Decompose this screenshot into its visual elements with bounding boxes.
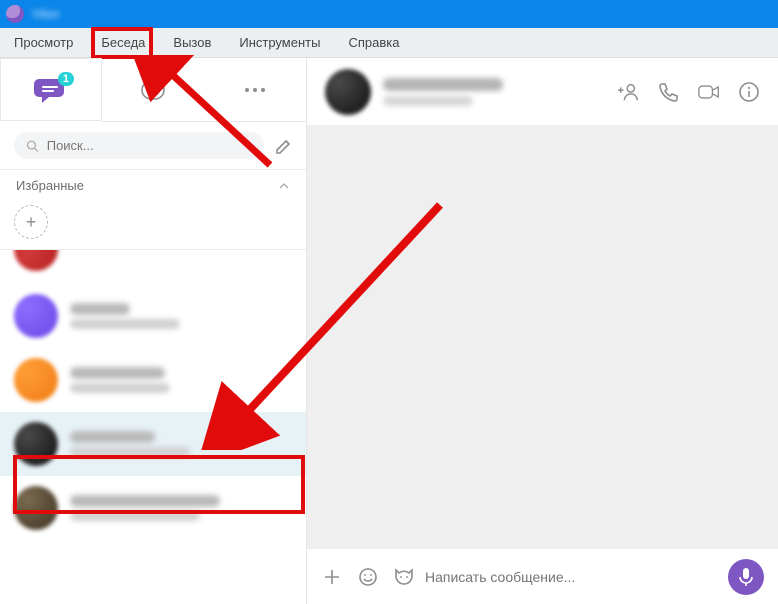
tab-chats[interactable]: 1 — [0, 58, 102, 121]
chat-preview — [70, 319, 180, 329]
attach-button[interactable] — [321, 566, 343, 588]
menu-conversation[interactable]: Беседа — [87, 28, 159, 57]
favorites-header[interactable]: Избранные — [0, 169, 306, 199]
search-row — [0, 122, 306, 169]
add-person-icon — [618, 82, 640, 102]
list-item[interactable] — [0, 284, 306, 348]
sticker-button[interactable] — [393, 566, 415, 588]
discover-icon — [138, 75, 168, 105]
menu-bar: Просмотр Беседа Вызов Инструменты Справк… — [0, 28, 778, 58]
more-icon — [243, 86, 267, 94]
chat-name — [70, 367, 165, 379]
smile-icon — [358, 567, 378, 587]
chat-preview — [70, 511, 200, 521]
favorites-row: + — [0, 199, 306, 250]
avatar — [14, 250, 58, 271]
mic-icon — [739, 567, 753, 587]
contact-status — [383, 96, 473, 106]
add-favorite-button[interactable]: + — [14, 205, 48, 239]
menu-view[interactable]: Просмотр — [0, 28, 87, 57]
cat-face-icon — [393, 567, 415, 587]
voice-call-button[interactable] — [658, 81, 680, 103]
main-area: 1 — [0, 58, 778, 604]
app-icon — [6, 5, 24, 23]
info-icon — [738, 81, 760, 103]
chat-body — [307, 126, 778, 548]
unread-badge: 1 — [58, 72, 74, 86]
chat-header — [307, 58, 778, 126]
emoji-button[interactable] — [357, 566, 379, 588]
chat-actions — [618, 81, 760, 103]
voice-message-button[interactable] — [728, 559, 764, 595]
info-button[interactable] — [738, 81, 760, 103]
list-item[interactable] — [0, 250, 306, 284]
compose-button[interactable] — [274, 136, 294, 156]
search-input[interactable] — [47, 138, 252, 153]
composer-actions — [321, 566, 415, 588]
chat-preview — [70, 383, 170, 393]
avatar — [14, 294, 58, 338]
right-pane — [307, 58, 778, 604]
add-participant-button[interactable] — [618, 81, 640, 103]
left-pane: 1 — [0, 58, 307, 604]
avatar — [325, 69, 371, 115]
video-call-button[interactable] — [698, 81, 720, 103]
search-icon — [26, 139, 39, 153]
phone-icon — [658, 81, 680, 103]
menu-help[interactable]: Справка — [334, 28, 413, 57]
list-item[interactable] — [0, 348, 306, 412]
contact-name — [383, 78, 503, 91]
avatar — [14, 486, 58, 530]
chat-preview — [70, 447, 190, 457]
list-item-selected[interactable] — [0, 412, 306, 476]
menu-tools[interactable]: Инструменты — [225, 28, 334, 57]
list-item[interactable] — [0, 476, 306, 540]
chat-name — [70, 495, 220, 507]
video-icon — [698, 83, 720, 101]
app-title: Viber — [32, 7, 60, 21]
compose-icon — [274, 136, 294, 156]
window-titlebar: Viber — [0, 0, 778, 28]
chat-name — [70, 431, 155, 443]
plus-icon — [323, 568, 341, 586]
plus-icon: + — [26, 212, 37, 233]
left-tabs: 1 — [0, 58, 306, 122]
search-box[interactable] — [14, 132, 264, 159]
chevron-up-icon — [278, 180, 290, 192]
menu-call[interactable]: Вызов — [159, 28, 225, 57]
tab-discover[interactable] — [102, 58, 204, 121]
avatar — [14, 422, 58, 466]
chat-name — [70, 303, 130, 315]
favorites-label: Избранные — [16, 178, 84, 193]
message-input[interactable] — [425, 569, 718, 585]
chat-contact[interactable] — [325, 69, 503, 115]
tab-more[interactable] — [204, 58, 306, 121]
message-composer — [307, 548, 778, 604]
avatar — [14, 358, 58, 402]
chat-list — [0, 250, 306, 604]
